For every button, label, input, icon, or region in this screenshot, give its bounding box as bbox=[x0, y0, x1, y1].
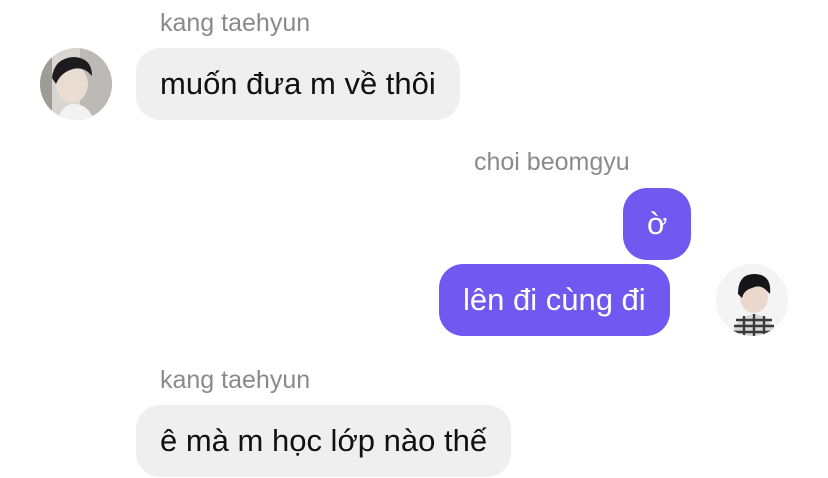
choi-beomgyu-avatar[interactable] bbox=[716, 264, 788, 336]
message-bubble-outgoing[interactable]: lên đi cùng đi bbox=[439, 264, 670, 336]
sender-name: choi beomgyu bbox=[474, 148, 630, 176]
message-bubble-incoming[interactable]: ê mà m học lớp nào thế bbox=[136, 405, 512, 477]
profile-photo-icon bbox=[40, 48, 112, 120]
message-bubble-outgoing[interactable]: ờ bbox=[623, 188, 692, 260]
profile-photo-icon bbox=[716, 264, 788, 336]
message-bubble-incoming[interactable]: muốn đưa m về thôi bbox=[136, 48, 460, 120]
kang-taehyun-avatar[interactable] bbox=[40, 48, 112, 120]
sender-name: kang taehyun bbox=[160, 9, 311, 37]
sender-name: kang taehyun bbox=[160, 366, 311, 394]
